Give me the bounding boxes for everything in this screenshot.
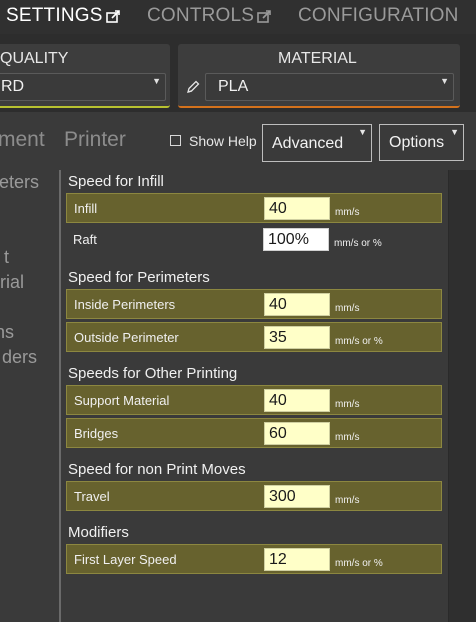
sidebar-divider (59, 170, 61, 622)
show-help-label: Show Help (189, 133, 257, 149)
setting-unit: mm/s or % (335, 558, 383, 569)
setting-row-bridges: Bridges 60 mm/s (66, 418, 442, 448)
dropdown-arrow-icon: ▼ (152, 76, 161, 86)
material-panel: MATERIAL PLA ▼ (178, 44, 460, 108)
setting-unit: mm/s (335, 399, 360, 410)
outside-perimeter-input[interactable]: 35 (264, 326, 330, 349)
external-link-icon (254, 5, 272, 26)
setting-row-first-layer-speed: First Layer Speed 12 mm/s or % (66, 544, 442, 574)
inside-perimeters-input[interactable]: 40 (264, 293, 330, 316)
sidebar-item[interactable]: eters (0, 172, 39, 193)
sidebar-item[interactable]: rial (0, 272, 24, 293)
travel-speed-input[interactable]: 300 (264, 485, 330, 508)
settings-content: Speed for Infill Infill 40 mm/s Raft 100… (62, 170, 448, 600)
setting-label: Raft (73, 232, 97, 247)
sidebar-item[interactable]: ders (2, 347, 37, 368)
sidebar-item[interactable]: t (4, 247, 9, 268)
tab-printer[interactable]: Printer (64, 128, 126, 152)
setting-unit: mm/s (335, 495, 360, 506)
dropdown-arrow-icon: ▼ (440, 76, 449, 86)
setting-label: Infill (74, 201, 98, 216)
setting-unit: mm/s (335, 432, 360, 443)
setting-row-travel: Travel 300 mm/s (66, 481, 442, 511)
group-title: Speed for Infill (68, 173, 164, 190)
checkbox-icon (170, 135, 181, 146)
preset-row: QUALITY RD ▼ MATERIAL PLA ▼ (0, 34, 476, 112)
setting-label: Inside Perimeters (74, 297, 176, 312)
setting-row-infill: Infill 40 mm/s (66, 193, 442, 223)
tab-partial-left[interactable]: ment (0, 128, 45, 152)
setting-unit: mm/s (335, 207, 360, 218)
first-layer-speed-input[interactable]: 12 (264, 548, 330, 571)
support-material-input[interactable]: 40 (264, 389, 330, 412)
sidebar-item[interactable]: ns (0, 322, 14, 343)
dropdown-arrow-icon: ▼ (358, 127, 367, 137)
quality-title: QUALITY (0, 50, 69, 67)
group-title: Speeds for Other Printing (68, 365, 238, 382)
setting-label: Bridges (74, 426, 119, 441)
tab-configuration[interactable]: CONFIGURATION (298, 0, 459, 34)
external-link-icon (103, 5, 121, 26)
raft-speed-input[interactable]: 100% (263, 228, 329, 251)
setting-unit: mm/s or % (334, 238, 382, 249)
settings-sidebar: eters t rial ns ders (0, 170, 60, 622)
group-title: Speed for Perimeters (68, 269, 210, 286)
dropdown-arrow-icon: ▼ (450, 127, 459, 137)
top-tab-bar: SETTINGS CONTROLS CONFIGURATION (0, 0, 476, 34)
scrollbar[interactable] (448, 170, 476, 622)
infill-speed-input[interactable]: 40 (264, 197, 330, 220)
material-select[interactable]: PLA ▼ (205, 73, 454, 101)
options-button-label: Options (389, 134, 445, 151)
setting-label: First Layer Speed (74, 552, 177, 567)
tab-controls-label: CONTROLS (147, 5, 255, 26)
mode-select-label: Advanced (272, 135, 344, 152)
tab-controls[interactable]: CONTROLS (147, 0, 272, 34)
quality-panel: QUALITY RD ▼ (0, 44, 170, 108)
setting-unit: mm/s (335, 303, 360, 314)
bridges-input[interactable]: 60 (264, 422, 330, 445)
material-value: PLA (218, 78, 249, 95)
setting-label: Outside Perimeter (74, 330, 179, 345)
setting-row-inside-perimeters: Inside Perimeters 40 mm/s (66, 289, 442, 319)
options-button[interactable]: Options ▼ (379, 124, 464, 161)
mode-select[interactable]: Advanced ▼ (262, 124, 372, 162)
tab-settings[interactable]: SETTINGS (6, 0, 121, 34)
pencil-icon[interactable] (186, 80, 200, 99)
material-title: MATERIAL (278, 50, 357, 67)
setting-row-raft: Raft 100% mm/s or % (66, 225, 442, 255)
setting-label: Travel (74, 489, 110, 504)
show-help-checkbox[interactable]: Show Help (170, 133, 257, 149)
quality-value: RD (1, 78, 25, 95)
group-title: Speed for non Print Moves (68, 461, 246, 478)
quality-select[interactable]: RD ▼ (0, 73, 166, 101)
setting-row-outside-perimeter: Outside Perimeter 35 mm/s or % (66, 322, 442, 352)
setting-label: Support Material (74, 393, 170, 408)
group-title: Modifiers (68, 524, 129, 541)
tab-settings-label: SETTINGS (6, 5, 103, 26)
setting-row-support-material: Support Material 40 mm/s (66, 385, 442, 415)
setting-unit: mm/s or % (335, 336, 383, 347)
